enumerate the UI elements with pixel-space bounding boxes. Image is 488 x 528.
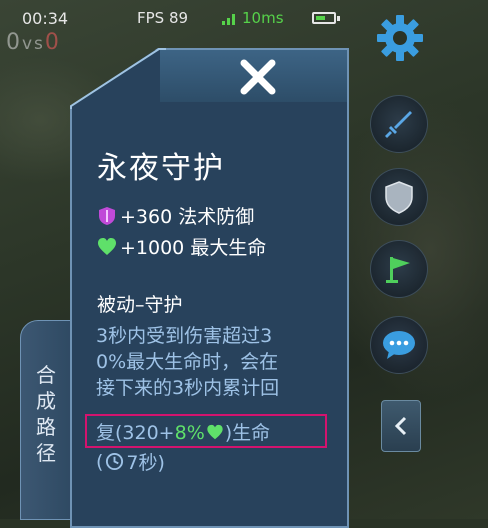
panel-corner-bevel xyxy=(70,48,166,109)
cooldown-clock-icon xyxy=(106,452,124,471)
stat-max-hp: +1000 最大生命 xyxy=(97,233,266,260)
passive-name: 被动–守护 xyxy=(97,294,183,316)
close-icon xyxy=(240,59,276,95)
settings-gear-icon[interactable] xyxy=(372,10,428,66)
attack-signal-button[interactable] xyxy=(370,95,428,153)
magic-defense-icon xyxy=(99,206,115,225)
score-left: 0 xyxy=(6,30,22,55)
score-vs: vs xyxy=(22,34,45,54)
defense-shield-icon xyxy=(385,181,413,214)
signal-icon xyxy=(222,14,235,25)
retreat-flag-icon xyxy=(386,257,410,283)
stat-max-hp-text: +1000 最大生命 xyxy=(120,237,267,259)
passive-desc-line-1: 3秒内受到伤害超过3 xyxy=(96,325,273,347)
attack-sword-icon xyxy=(385,111,412,138)
collapse-panel-button[interactable] xyxy=(381,400,421,452)
defense-signal-button[interactable] xyxy=(370,168,428,226)
chat-bubble-icon xyxy=(383,331,415,359)
passive-cooldown: ( 7秒) xyxy=(96,448,165,475)
heal-highlight-box xyxy=(85,414,327,448)
battery-icon xyxy=(312,12,336,24)
synthesis-path-label: 合成路径 xyxy=(36,363,56,465)
passive-desc-line-3: 接下来的3秒内累计回 xyxy=(96,377,280,399)
ping-readout: 10ms xyxy=(242,9,284,27)
stat-magic-defense: +360 法术防御 xyxy=(97,202,254,229)
battery-tip xyxy=(337,16,340,21)
cooldown-text: 7秒) xyxy=(126,452,165,474)
passive-desc-line-2: 0%最大生命时，会在 xyxy=(96,351,279,373)
score-right: 0 xyxy=(44,30,61,55)
retreat-signal-button[interactable] xyxy=(370,240,428,298)
chat-button[interactable] xyxy=(370,316,428,374)
fps-readout: FPS 89 xyxy=(137,9,189,27)
collapse-arrow-icon xyxy=(394,416,407,436)
close-button[interactable] xyxy=(230,52,286,102)
max-hp-heart-icon xyxy=(98,237,116,255)
status-time: 00:34 xyxy=(22,9,69,28)
cooldown-open: ( xyxy=(96,450,104,473)
kill-score: 0vs0 xyxy=(6,30,61,55)
item-title: 永夜守护 xyxy=(97,151,225,186)
stat-magic-defense-text: +360 法术防御 xyxy=(120,206,255,228)
